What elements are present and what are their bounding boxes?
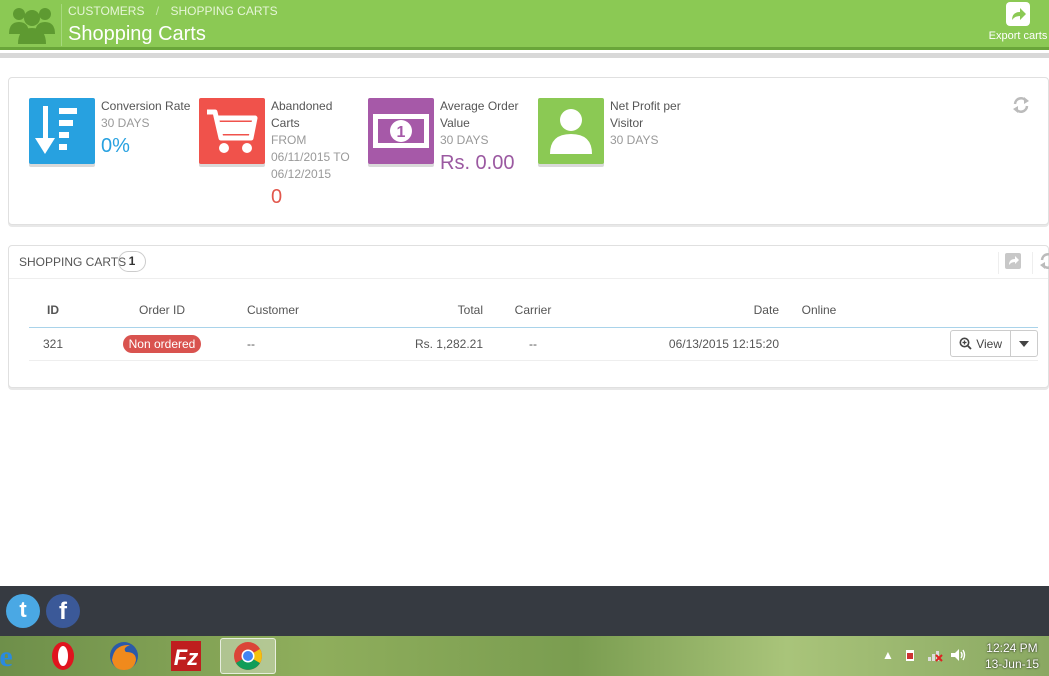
page-header: CUSTOMERS / SHOPPING CARTS Shopping Cart… xyxy=(0,0,1049,50)
cart-icon xyxy=(199,98,265,164)
export-icon xyxy=(1006,2,1030,26)
column-header-date[interactable]: Date xyxy=(583,294,779,328)
sort-down-icon xyxy=(29,98,95,164)
opera-icon[interactable] xyxy=(35,638,91,674)
kpi-text: Net Profit per Visitor 30 DAYS xyxy=(610,98,700,149)
header-shadow-strip xyxy=(0,53,1049,58)
user-icon xyxy=(538,98,604,164)
cell-actions: View xyxy=(859,327,1038,361)
kpi-label: Net Profit per Visitor xyxy=(610,99,681,130)
cell-online xyxy=(779,327,859,361)
kpi-period: 30 DAYS xyxy=(440,133,489,147)
facebook-glyph: f xyxy=(59,598,67,625)
kpi-label: Conversion Rate xyxy=(101,99,191,113)
row-action-group: View xyxy=(950,330,1038,357)
customers-icon xyxy=(8,2,56,46)
header-divider xyxy=(61,4,62,46)
breadcrumb: CUSTOMERS / SHOPPING CARTS xyxy=(68,4,278,18)
page-title: Shopping Carts xyxy=(68,23,206,45)
cart-count-badge: 1 xyxy=(118,251,146,272)
social-footer: t f xyxy=(0,586,1049,636)
facebook-icon[interactable]: f xyxy=(46,594,80,628)
column-header-customer[interactable]: Customer xyxy=(247,294,357,328)
caret-down-icon xyxy=(1019,340,1029,347)
breadcrumb-customers[interactable]: CUSTOMERS xyxy=(68,4,144,18)
refresh-list-icon[interactable] xyxy=(1032,252,1049,274)
column-header-carrier[interactable]: Carrier xyxy=(483,294,583,328)
network-icon[interactable] xyxy=(927,648,943,665)
volume-icon[interactable] xyxy=(950,648,966,665)
twitter-icon[interactable]: t xyxy=(6,594,40,628)
twitter-glyph: t xyxy=(19,597,27,622)
cell-customer: -- xyxy=(247,327,357,361)
kpi-period: 30 DAYS xyxy=(101,116,150,130)
firefox-icon[interactable] xyxy=(96,638,152,674)
cell-total: Rs. 1,282.21 xyxy=(357,327,483,361)
kpi-period: FROM 06/11/2015 TO 06/12/2015 xyxy=(271,133,350,181)
column-header-order-id[interactable]: Order ID xyxy=(77,294,247,328)
chrome-icon[interactable] xyxy=(220,638,276,674)
svg-text:Fz: Fz xyxy=(174,645,198,670)
column-header-id[interactable]: ID xyxy=(29,294,77,328)
column-header-actions xyxy=(859,294,1038,328)
export-label: Export carts xyxy=(988,30,1048,42)
kpi-period: 30 DAYS xyxy=(610,133,659,147)
table-header-row: ID Order ID Customer Total Carrier Date … xyxy=(29,294,1038,328)
zoom-in-icon xyxy=(959,337,972,350)
column-header-total[interactable]: Total xyxy=(357,294,483,328)
kpi-value: 0% xyxy=(101,135,130,157)
export-carts-button[interactable]: Export carts xyxy=(987,2,1049,46)
column-header-online[interactable]: Online xyxy=(779,294,859,328)
svg-text:1: 1 xyxy=(397,124,406,141)
svg-text:e: e xyxy=(0,641,13,671)
view-button[interactable]: View xyxy=(951,331,1011,356)
show-hidden-icons[interactable]: ▲ xyxy=(882,648,894,662)
kpi-value: 0 xyxy=(271,186,283,208)
export-list-icon[interactable] xyxy=(998,252,1021,274)
system-clock[interactable]: 12:24 PM 13-Jun-15 xyxy=(985,640,1039,672)
status-badge: Non ordered xyxy=(122,334,202,353)
carts-table: ID Order ID Customer Total Carrier Date … xyxy=(29,294,1038,361)
cell-carrier: -- xyxy=(483,327,583,361)
power-icon[interactable] xyxy=(903,648,917,665)
clock-time: 12:24 PM xyxy=(986,641,1038,655)
cell-order-id: Non ordered xyxy=(77,327,247,361)
view-label: View xyxy=(976,336,1002,351)
ie-icon[interactable]: e xyxy=(0,638,34,674)
cell-id: 321 xyxy=(29,327,77,361)
refresh-icon[interactable] xyxy=(1012,96,1030,114)
kpi-label: Abandoned Carts xyxy=(271,99,333,130)
kpi-value: Rs. 0.00 xyxy=(440,152,515,174)
money-icon: 1 xyxy=(368,98,434,164)
kpi-panel: Conversion Rate 30 DAYS 0% Abandoned Car… xyxy=(8,77,1049,225)
filezilla-icon[interactable]: Fz xyxy=(158,638,214,674)
breadcrumb-separator: / xyxy=(155,4,160,18)
panel-heading: SHOPPING CARTS 1 xyxy=(9,246,1049,279)
kpi-text: Abandoned Carts FROM 06/11/2015 TO 06/12… xyxy=(271,98,361,211)
row-actions-dropdown[interactable] xyxy=(1011,331,1037,356)
shopping-carts-panel: SHOPPING CARTS 1 ID Order ID Customer To… xyxy=(8,245,1049,388)
clock-date: 13-Jun-15 xyxy=(984,657,1039,671)
breadcrumb-shopping-carts[interactable]: SHOPPING CARTS xyxy=(170,4,277,18)
kpi-label: Average Order Value xyxy=(440,99,519,130)
kpi-text: Conversion Rate 30 DAYS 0% xyxy=(101,98,191,160)
panel-title: SHOPPING CARTS xyxy=(19,255,127,269)
table-row[interactable]: 321 Non ordered -- Rs. 1,282.21 -- 06/13… xyxy=(29,327,1038,361)
cell-date: 06/13/2015 12:15:20 xyxy=(583,327,779,361)
kpi-text: Average Order Value 30 DAYS Rs. 0.00 xyxy=(440,98,530,177)
os-taskbar: e Fz ▲ 12:24 PM 13-Jun-15 xyxy=(0,636,1049,676)
